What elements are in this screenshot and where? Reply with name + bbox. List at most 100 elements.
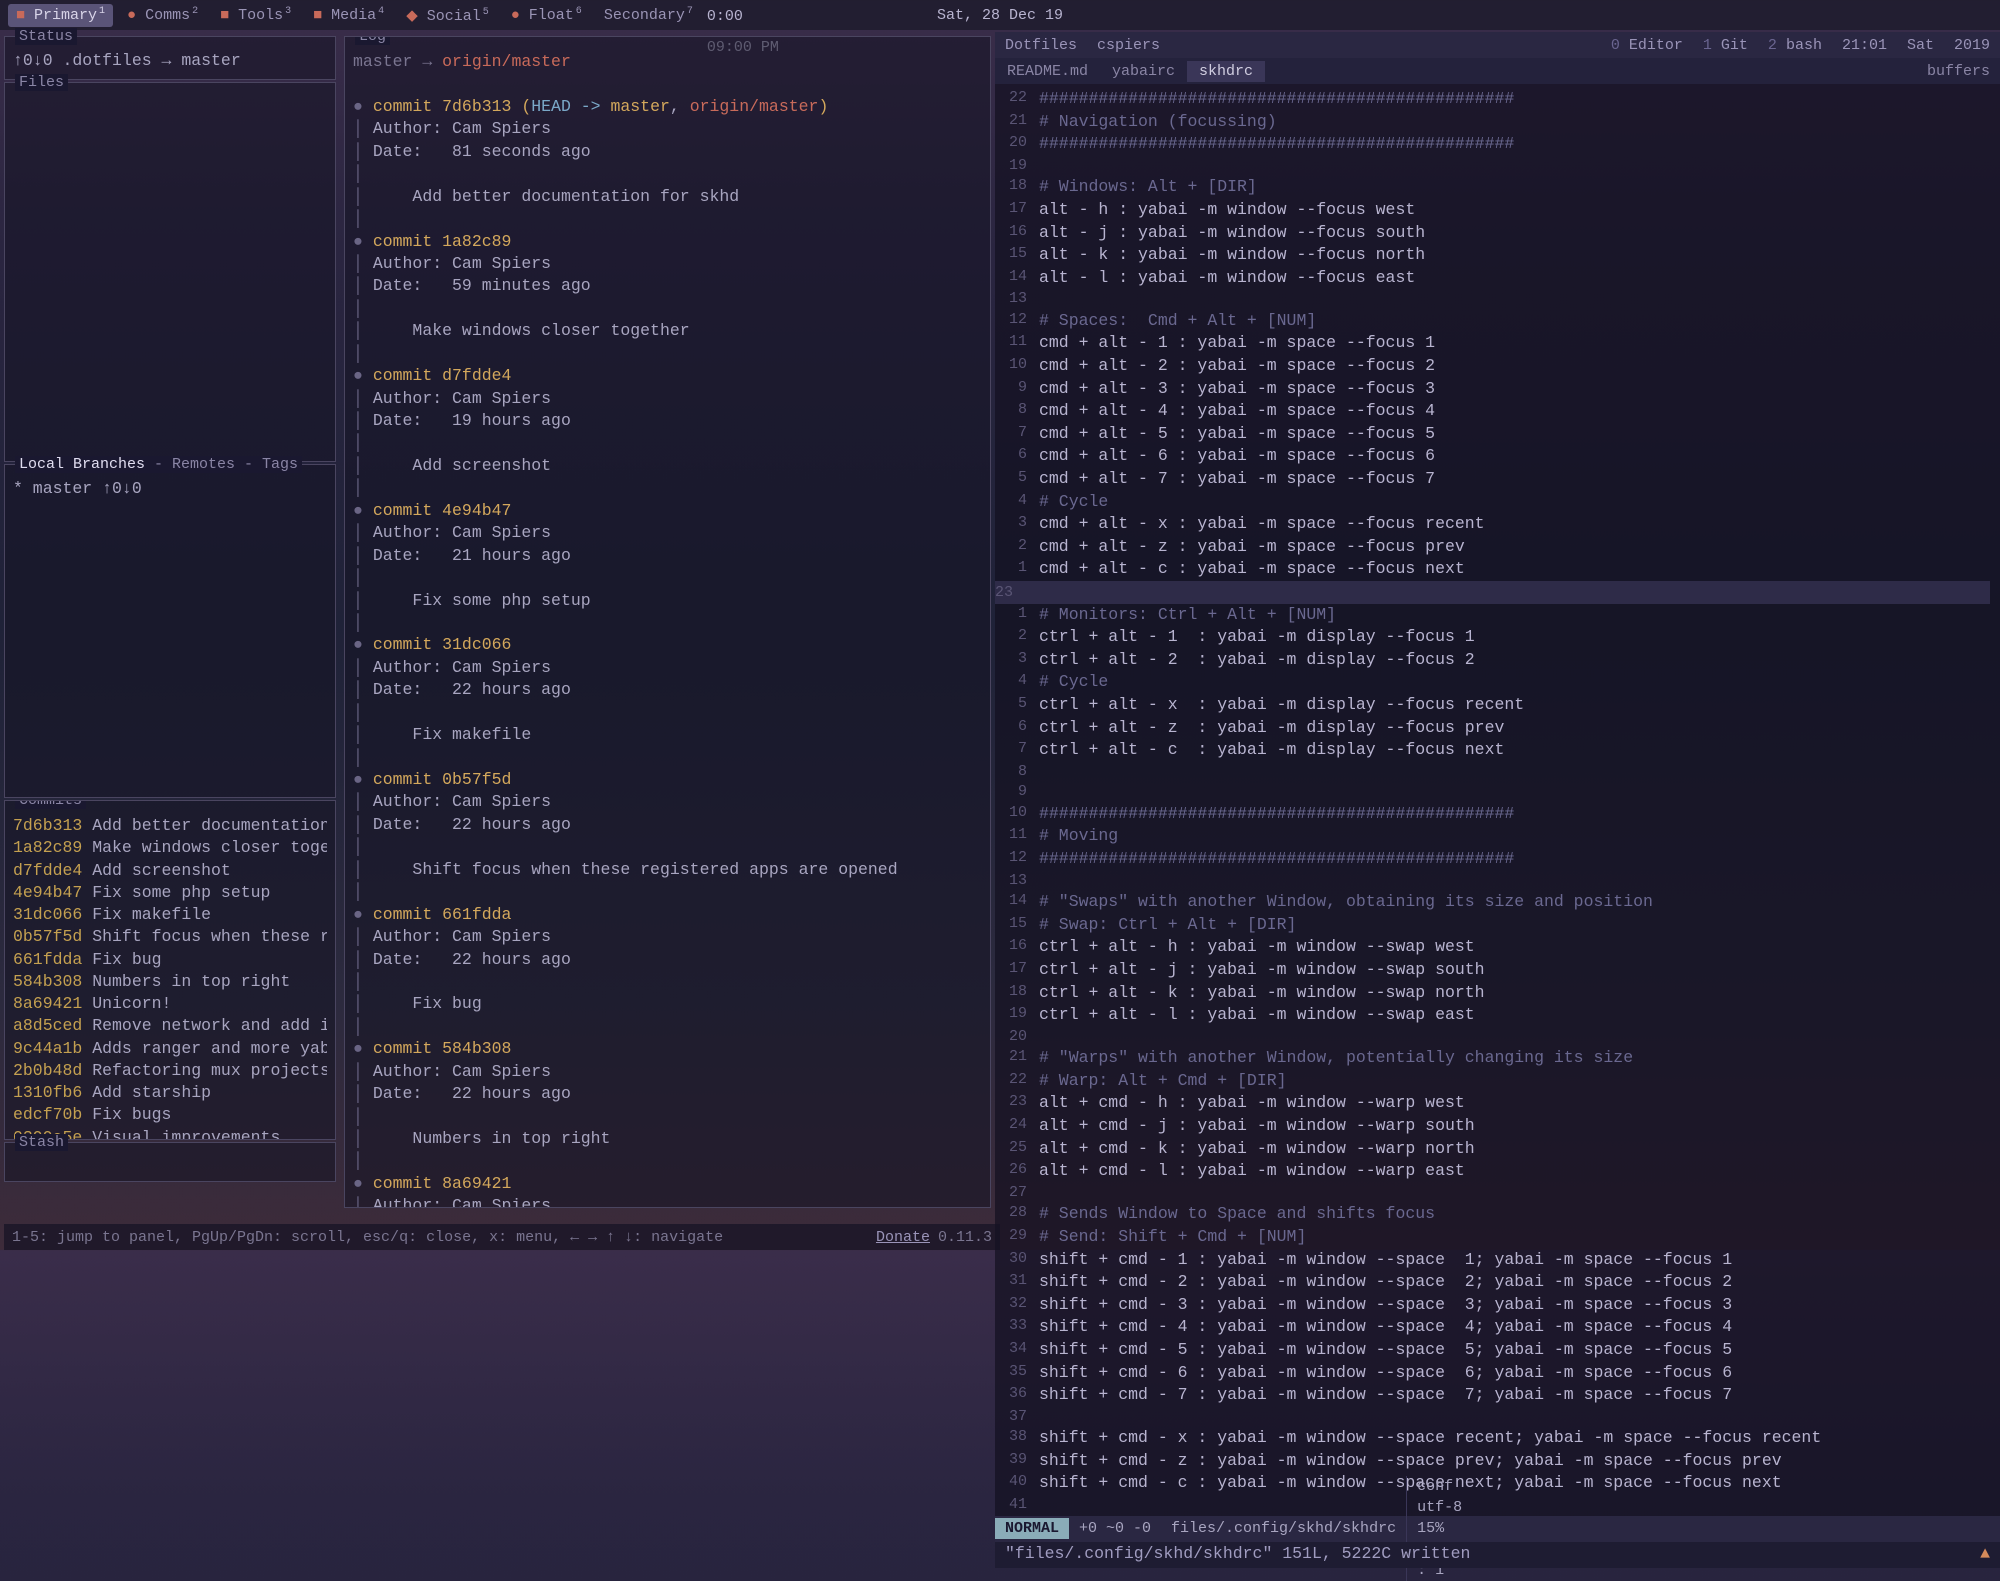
code-line: 15alt - k : yabai -m window --focus nort… [995, 244, 1990, 267]
branch-line[interactable]: * master ↑0↓0 [13, 479, 327, 498]
code-line: 15# Swap: Ctrl + Alt + [DIR] [995, 914, 1990, 937]
commit-row[interactable]: 1310fb6 Add starship [13, 1082, 327, 1104]
tmux-window-editor[interactable]: 0 Editor [1601, 35, 1693, 56]
code-line: 24alt + cmd - j : yabai -m window --warp… [995, 1115, 1990, 1138]
lazygit-help: 1-5: jump to panel, PgUp/PgDn: scroll, e… [4, 1224, 1000, 1250]
code-line: 19 [995, 156, 1990, 177]
code-line: 10######################################… [995, 803, 1990, 826]
code-line: 11# Moving [995, 825, 1990, 848]
commit-row[interactable]: 9c44a1b Adds ranger and more yabai [13, 1038, 327, 1060]
code-line: 23alt + cmd - h : yabai -m window --warp… [995, 1092, 1990, 1115]
code-line: 10cmd + alt - 2 : yabai -m space --focus… [995, 355, 1990, 378]
code-line: 18ctrl + alt - k : yabai -m window --swa… [995, 982, 1990, 1005]
code-line: 23 [995, 581, 1990, 604]
code-line: 20######################################… [995, 133, 1990, 156]
commit-row[interactable]: 31dc066 Fix makefile [13, 904, 327, 926]
code-line: 30shift + cmd - 1 : yabai -m window --sp… [995, 1249, 1990, 1272]
code-line: 8cmd + alt - 4 : yabai -m space --focus … [995, 400, 1990, 423]
code-line: 5cmd + alt - 7 : yabai -m space --focus … [995, 468, 1990, 491]
code-line: 19ctrl + alt - l : yabai -m window --swa… [995, 1004, 1990, 1027]
code-line: 37 [995, 1407, 1990, 1428]
code-line: 6ctrl + alt - z : yabai -m display --foc… [995, 717, 1990, 740]
code-line: 35shift + cmd - 6 : yabai -m window --sp… [995, 1362, 1990, 1385]
code-line: 25alt + cmd - k : yabai -m window --warp… [995, 1138, 1990, 1161]
buffer-bar[interactable]: README.md yabairc skhdrc buffers [995, 58, 2000, 84]
code-line: 17ctrl + alt - j : yabai -m window --swa… [995, 959, 1990, 982]
code-line: 27 [995, 1183, 1990, 1204]
code-line: 22# Warp: Alt + Cmd + [DIR] [995, 1070, 1990, 1093]
tmux-tabbar[interactable]: Dotfiles cspiers 0 Editor1 Git2 bash 21:… [995, 32, 2000, 58]
workspace-tools[interactable]: ■ Tools3 [212, 4, 299, 27]
buf-yabairc[interactable]: yabairc [1100, 61, 1187, 82]
code-line: 14alt - l : yabai -m window --focus east [995, 267, 1990, 290]
buf-skhdrc[interactable]: skhdrc [1187, 61, 1265, 82]
buf-readme[interactable]: README.md [995, 61, 1100, 82]
commit-row[interactable]: 2b0b48d Refactoring mux projects [13, 1060, 327, 1082]
commit-row[interactable]: d7fdde4 Add screenshot [13, 860, 327, 882]
tmux-window-git[interactable]: 1 Git [1693, 35, 1758, 56]
editor-code[interactable]: 22######################################… [995, 84, 2000, 1516]
commit-row[interactable]: 584b308 Numbers in top right [13, 971, 327, 993]
status-text: ↑0↓0 .dotfiles → master [13, 51, 327, 70]
code-line: 7cmd + alt - 5 : yabai -m space --focus … [995, 423, 1990, 446]
code-line: 3ctrl + alt - 2 : yabai -m display --foc… [995, 649, 1990, 672]
code-line: 18# Windows: Alt + [DIR] [995, 176, 1990, 199]
code-line: 31shift + cmd - 2 : yabai -m window --sp… [995, 1271, 1990, 1294]
code-line: 26alt + cmd - l : yabai -m window --warp… [995, 1160, 1990, 1183]
code-line: 5ctrl + alt - x : yabai -m display --foc… [995, 694, 1990, 717]
code-line: 3cmd + alt - x : yabai -m space --focus … [995, 513, 1990, 536]
code-line: 7ctrl + alt - c : yabai -m display --foc… [995, 739, 1990, 762]
commit-row[interactable]: 7d6b313 Add better documentation for s [13, 815, 327, 837]
commit-row[interactable]: 8a69421 Unicorn! [13, 993, 327, 1015]
code-line: 13 [995, 289, 1990, 310]
code-line: 38shift + cmd - x : yabai -m window --sp… [995, 1427, 1990, 1450]
workspace-social[interactable]: ◆ Social5 [398, 4, 497, 27]
tmux-window-bash[interactable]: 2 bash [1758, 35, 1832, 56]
code-line: 11cmd + alt - 1 : yabai -m space --focus… [995, 332, 1990, 355]
log-panel[interactable]: Log master → origin/master ● commit 7d6b… [344, 36, 991, 1208]
code-line: 14# "Swaps" with another Window, obtaini… [995, 891, 1990, 914]
menubar-date: Sat, 28 Dec 19 [937, 7, 1063, 24]
code-line: 29# Send: Shift + Cmd + [NUM] [995, 1226, 1990, 1249]
code-line: 4# Cycle [995, 671, 1990, 694]
workspace-primary[interactable]: ■ Primary1 [8, 4, 113, 27]
code-line: 2cmd + alt - z : yabai -m space --focus … [995, 536, 1990, 559]
code-line: 39shift + cmd - z : yabai -m window --sp… [995, 1450, 1990, 1473]
code-line: 22######################################… [995, 88, 1990, 111]
stash-panel[interactable]: Stash [4, 1142, 336, 1182]
donate-link[interactable]: Donate [876, 1229, 930, 1246]
flame-icon: ▲ [1980, 1544, 1990, 1566]
code-line: 17alt - h : yabai -m window --focus west [995, 199, 1990, 222]
commit-row[interactable]: 661fdda Fix bug [13, 949, 327, 971]
vim-mode: NORMAL [995, 1518, 1069, 1539]
workspace-secondary[interactable]: Secondary7 [596, 4, 701, 27]
commit-row[interactable]: 0b57f5d Shift focus when these registe [13, 926, 327, 948]
code-line: 34shift + cmd - 5 : yabai -m window --sp… [995, 1339, 1990, 1362]
pos-indicator: 21:01 [1832, 35, 1897, 56]
code-line: 21# "Warps" with another Window, potenti… [995, 1047, 1990, 1070]
commit-row[interactable]: a8d5ced Remove network and add icons t [13, 1015, 327, 1037]
code-line: 21# Navigation (focussing) [995, 111, 1990, 134]
workspace-media[interactable]: ■ Media4 [305, 4, 392, 27]
workspace-float[interactable]: ● Float6 [503, 4, 590, 27]
code-line: 9 [995, 782, 1990, 803]
crumb-dotfiles[interactable]: Dotfiles [995, 35, 1087, 56]
code-line: 4# Cycle [995, 491, 1990, 514]
vim-cmdline[interactable]: "files/.config/skhd/skhdrc" 151L, 5222C … [995, 1542, 2000, 1568]
code-line: 13 [995, 871, 1990, 892]
crumb-cspiers[interactable]: cspiers [1087, 35, 1170, 56]
menubar-spacer: 0:00 [707, 8, 1992, 25]
code-line: 12# Spaces: Cmd + Alt + [NUM] [995, 310, 1990, 333]
commit-row[interactable]: 1a82c89 Make windows closer together [13, 837, 327, 859]
code-line: 2ctrl + alt - 1 : yabai -m display --foc… [995, 626, 1990, 649]
code-line: 28# Sends Window to Space and shifts foc… [995, 1203, 1990, 1226]
commit-row[interactable]: edcf70b Fix bugs [13, 1104, 327, 1126]
branches-panel[interactable]: Local Branches - Remotes - Tags * master… [4, 464, 336, 798]
code-line: 6cmd + alt - 6 : yabai -m space --focus … [995, 445, 1990, 468]
code-line: 32shift + cmd - 3 : yabai -m window --sp… [995, 1294, 1990, 1317]
commit-row[interactable]: 4e94b47 Fix some php setup [13, 882, 327, 904]
files-panel[interactable]: Files [4, 82, 336, 462]
workspace-comms[interactable]: ● Comms2 [119, 4, 206, 27]
editor: Dotfiles cspiers 0 Editor1 Git2 bash 21:… [995, 32, 2000, 1568]
commits-panel[interactable]: Commits 7d6b313 Add better documentation… [4, 800, 336, 1140]
